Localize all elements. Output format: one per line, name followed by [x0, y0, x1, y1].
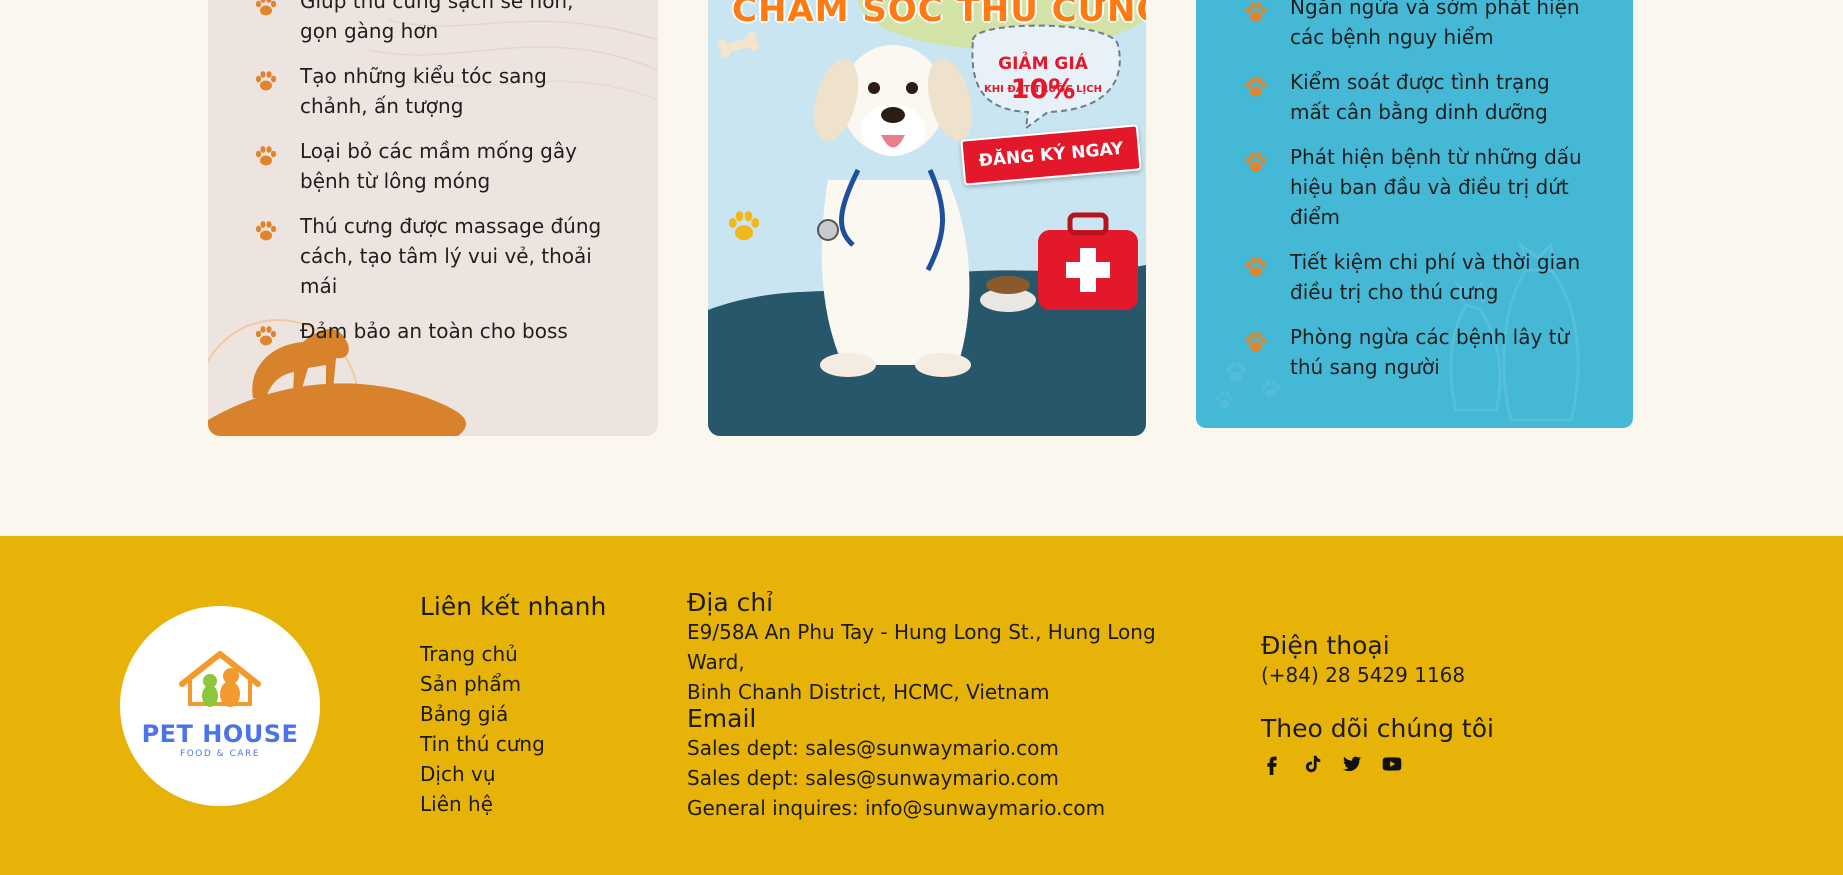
email-line[interactable]: Sales dept: sales@sunwaymario.com: [687, 763, 1187, 793]
logo-tagline: FOOD & CARE: [180, 749, 260, 759]
paw-icon: [255, 146, 277, 166]
paw-icon: [255, 0, 277, 16]
paw-icon: [1245, 77, 1267, 97]
footer-link-pet-news[interactable]: Tin thú cưng: [420, 729, 606, 759]
list-item-text: Giúp thú cưng sạch sẽ hơn, gọn gàng hơn: [300, 0, 574, 43]
site-footer: PET HOUSE FOOD & CARE Liên kết nhanh Tra…: [0, 536, 1843, 875]
dog-illustration: [813, 45, 973, 377]
list-item: Phòng ngừa các bệnh lây từ thú sang ngườ…: [1244, 322, 1590, 382]
list-item-text: Phát hiện bệnh từ những dấu hiệu ban đầu…: [1290, 145, 1582, 229]
phone-section: Điện thoại (+84) 28 5429 1168: [1261, 631, 1465, 690]
social-links: [1261, 753, 1494, 775]
email-line[interactable]: General inquires: info@sunwaymario.com: [687, 793, 1187, 823]
logo-name: PET HOUSE: [141, 720, 299, 748]
quick-links-heading: Liên kết nhanh: [420, 592, 607, 621]
email-section: Email Sales dept: sales@sunwaymario.com …: [687, 704, 1187, 823]
checkup-benefits-card: Ngăn ngừa và sớm phát hiện các bệnh nguy…: [1196, 0, 1633, 428]
address-heading: Địa chỉ: [687, 588, 774, 617]
list-item: Tạo những kiểu tóc sang chảnh, ấn tượng: [254, 61, 614, 121]
discount-label: GIẢM GIÁ: [998, 54, 1088, 74]
twitter-icon[interactable]: [1341, 753, 1363, 775]
list-item-text: Tiết kiệm chi phí và thời gian điều trị …: [1290, 250, 1581, 304]
list-item: Thú cưng được massage đúng cách, tạo tâm…: [254, 211, 614, 301]
list-item: Loại bỏ các mầm mống gây bệnh từ lông mó…: [254, 136, 614, 196]
email-line[interactable]: Sales dept: sales@sunwaymario.com: [687, 733, 1187, 763]
list-item: Tiết kiệm chi phí và thời gian điều trị …: [1244, 247, 1590, 307]
footer-link-contact[interactable]: Liên hệ: [420, 789, 606, 819]
paw-icon: [1245, 257, 1267, 277]
list-item-text: Loại bỏ các mầm mống gây bệnh từ lông mó…: [300, 139, 577, 193]
discount-badge: GIẢM GIÁ 10% KHI ĐẶT TRƯỚC LỊCH: [968, 32, 1118, 118]
address-line: E9/58A An Phu Tay - Hung Long St., Hung …: [687, 620, 1156, 674]
list-item-text: Kiểm soát được tình trạng mất cân bằng d…: [1290, 70, 1550, 124]
quick-links-section: Liên kết nhanh Trang chủ Sản phẩm Bảng g…: [420, 592, 606, 819]
list-item-text: Phòng ngừa các bệnh lây từ thú sang ngườ…: [1290, 325, 1570, 379]
list-item-text: Ngăn ngừa và sớm phát hiện các bệnh nguy…: [1290, 0, 1580, 49]
list-item: Ngăn ngừa và sớm phát hiện các bệnh nguy…: [1244, 0, 1590, 52]
list-item-text: Thú cưng được massage đúng cách, tạo tâm…: [300, 214, 602, 298]
email-heading: Email: [687, 704, 757, 733]
phone-number[interactable]: (+84) 28 5429 1168: [1261, 660, 1465, 690]
follow-heading: Theo dõi chúng tôi: [1261, 714, 1494, 743]
paw-icon: [1245, 332, 1267, 352]
promo-poster[interactable]: CHĂM SÓC THÚ CƯNG GIẢM GIÁ 10% KHI ĐẶT T…: [708, 0, 1146, 436]
checkup-benefit-list: Ngăn ngừa và sớm phát hiện các bệnh nguy…: [1244, 0, 1590, 397]
phone-heading: Điện thoại: [1261, 631, 1390, 660]
list-item-text: Tạo những kiểu tóc sang chảnh, ấn tượng: [300, 64, 547, 118]
tiktok-icon[interactable]: [1301, 753, 1323, 775]
house-pets-icon: [179, 651, 261, 707]
footer-link-services[interactable]: Dịch vụ: [420, 759, 606, 789]
grooming-benefits-card: Giúp thú cưng sạch sẽ hơn, gọn gàng hơn …: [208, 0, 658, 436]
list-item: Đảm bảo an toàn cho boss: [254, 316, 614, 346]
footer-link-products[interactable]: Sản phẩm: [420, 669, 606, 699]
list-item-text: Đảm bảo an toàn cho boss: [300, 319, 568, 343]
paw-icon: [255, 221, 277, 241]
brand-logo[interactable]: PET HOUSE FOOD & CARE: [120, 606, 320, 806]
follow-section: Theo dõi chúng tôi: [1261, 714, 1494, 775]
discount-note: KHI ĐẶT TRƯỚC LỊCH: [984, 84, 1102, 95]
list-item: Giúp thú cưng sạch sẽ hơn, gọn gàng hơn: [254, 0, 614, 46]
facebook-icon[interactable]: [1261, 753, 1283, 775]
address-section: Địa chỉ E9/58A An Phu Tay - Hung Long St…: [687, 588, 1187, 707]
poster-title: CHĂM SÓC THÚ CƯNG: [732, 0, 1146, 30]
footer-link-home[interactable]: Trang chủ: [420, 639, 606, 669]
paw-icon: [255, 326, 277, 346]
youtube-icon[interactable]: [1381, 753, 1403, 775]
grooming-benefit-list: Giúp thú cưng sạch sẽ hơn, gọn gàng hơn …: [254, 0, 614, 361]
paw-icon: [1245, 152, 1267, 172]
footer-link-pricing[interactable]: Bảng giá: [420, 699, 606, 729]
paw-icon: [255, 71, 277, 91]
address-line: Binh Chanh District, HCMC, Vietnam: [687, 680, 1050, 704]
paw-icon: [1245, 2, 1267, 22]
list-item: Kiểm soát được tình trạng mất cân bằng d…: [1244, 67, 1590, 127]
list-item: Phát hiện bệnh từ những dấu hiệu ban đầu…: [1244, 142, 1590, 232]
